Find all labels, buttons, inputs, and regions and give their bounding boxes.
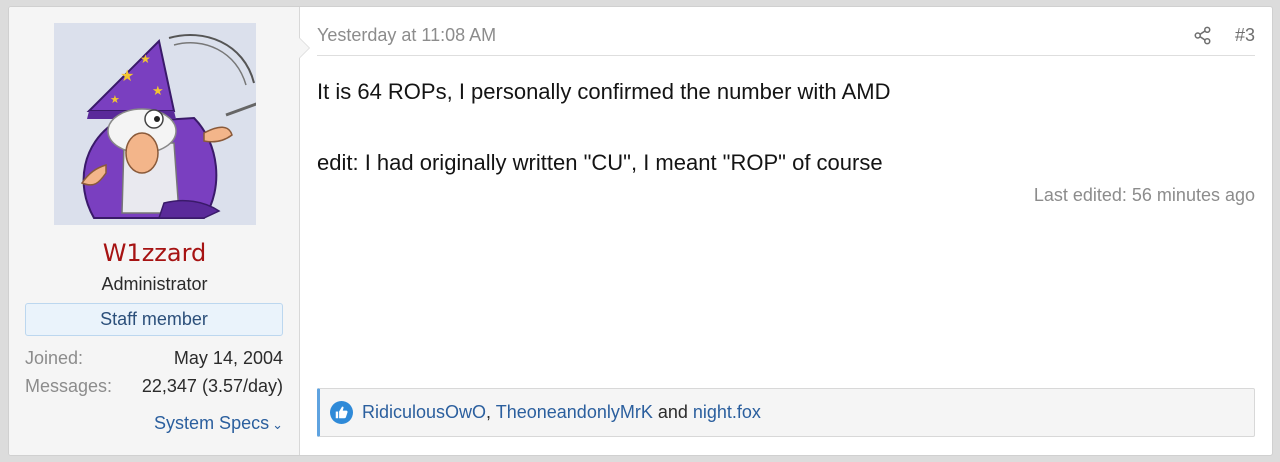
wizard-avatar-image: ★ ★ ★ ★ bbox=[80, 34, 256, 219]
svg-text:★: ★ bbox=[140, 52, 151, 66]
user-info-panel: ★ ★ ★ ★ W1zzard Administrator Staff memb… bbox=[9, 7, 310, 455]
reaction-users: RidiculousOwO, TheoneandonlyMrK and nigh… bbox=[362, 402, 761, 423]
forum-post: ★ ★ ★ ★ W1zzard Administrator Staff memb… bbox=[8, 6, 1273, 456]
username-link[interactable]: W1zzard bbox=[9, 239, 300, 267]
svg-text:★: ★ bbox=[110, 93, 120, 106]
post-content-area: Yesterday at 11:08 AM #3 It is 64 ROPs, … bbox=[300, 7, 1272, 455]
reactions-bar[interactable]: RidiculousOwO, TheoneandonlyMrK and nigh… bbox=[317, 388, 1255, 437]
post-body: It is 64 ROPs, I personally confirmed th… bbox=[317, 79, 890, 176]
post-date-link[interactable]: Yesterday at 11:08 AM bbox=[317, 25, 496, 46]
post-body-line: edit: I had originally written "CU", I m… bbox=[317, 150, 883, 175]
system-specs-label: System Specs bbox=[154, 413, 270, 433]
svg-text:★: ★ bbox=[152, 84, 164, 99]
reaction-separator: , bbox=[486, 402, 496, 422]
stat-value: 22,347 (3.57/day) bbox=[141, 376, 283, 396]
last-edited-note: Last edited: 56 minutes ago bbox=[1033, 185, 1255, 205]
share-icon[interactable] bbox=[1193, 26, 1212, 45]
stat-label: Joined: bbox=[25, 348, 84, 368]
system-specs-link[interactable]: System Specs ⌄ bbox=[154, 413, 283, 434]
avatar[interactable]: ★ ★ ★ ★ bbox=[54, 23, 256, 225]
stat-label: Messages: bbox=[25, 376, 113, 396]
svg-text:★: ★ bbox=[120, 66, 134, 85]
reaction-user-link[interactable]: night.fox bbox=[693, 402, 761, 422]
reaction-user-link[interactable]: TheoneandonlyMrK bbox=[496, 402, 653, 422]
user-title: Administrator bbox=[101, 274, 208, 294]
post-body-line: It is 64 ROPs, I personally confirmed th… bbox=[317, 79, 891, 104]
reaction-user-link[interactable]: RidiculousOwO bbox=[362, 402, 486, 422]
post-header: Yesterday at 11:08 AM #3 bbox=[317, 23, 1255, 56]
like-icon bbox=[330, 401, 353, 424]
staff-member-badge: Staff member bbox=[25, 303, 283, 336]
reaction-separator: and bbox=[652, 402, 693, 422]
chevron-down-icon: ⌄ bbox=[272, 417, 283, 432]
post-number-link[interactable]: #3 bbox=[1235, 25, 1255, 46]
stat-value: May 14, 2004 bbox=[173, 348, 283, 368]
